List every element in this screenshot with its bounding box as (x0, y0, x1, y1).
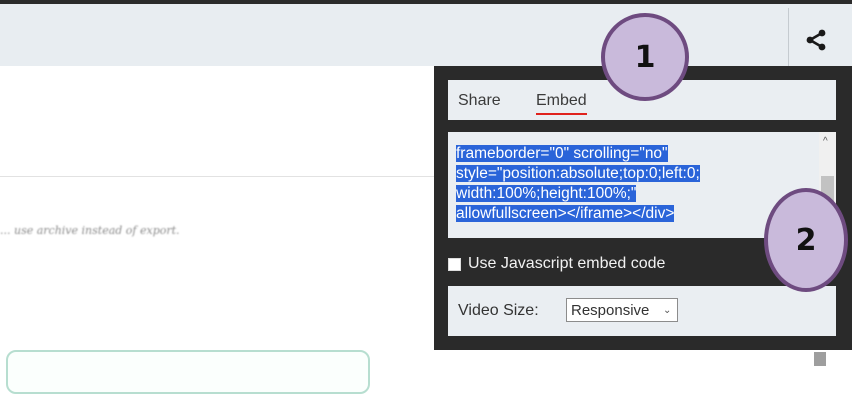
blurred-note: ... use archive instead of export. (0, 224, 180, 237)
javascript-embed-label: Use Javascript embed code (468, 255, 666, 272)
code-line: width:100%;height:100%;" (456, 185, 637, 202)
page-scrollbar[interactable] (814, 352, 826, 366)
content-card (6, 350, 370, 394)
annotation-badge-1: 1 (601, 13, 689, 101)
share-icon (806, 29, 826, 51)
top-toolbar (0, 0, 852, 70)
embed-code-text: frameborder="0" scrolling="no" style="po… (456, 144, 816, 224)
video-size-row: Video Size: Responsive ⌄ (448, 286, 836, 336)
javascript-embed-option[interactable]: Use Javascript embed code (448, 252, 778, 276)
javascript-embed-checkbox[interactable] (448, 257, 461, 271)
code-line: style="position:absolute;top:0;left:0; (456, 165, 700, 182)
tab-share[interactable]: Share (458, 92, 501, 110)
code-line: frameborder="0" scrolling="no" (456, 145, 668, 162)
toolbar-divider (788, 8, 789, 70)
scroll-up-icon[interactable]: ^ (823, 136, 828, 147)
annotation-badge-2: 2 (764, 188, 848, 292)
tab-embed[interactable]: Embed (536, 92, 587, 115)
video-size-select[interactable]: Responsive ⌄ (566, 298, 678, 322)
chevron-down-icon: ⌄ (663, 304, 672, 316)
video-size-value: Responsive (571, 301, 650, 319)
code-line: allowfullscreen></iframe></div> (456, 205, 675, 222)
share-button[interactable] (798, 22, 834, 58)
content-divider (0, 176, 434, 177)
video-size-label: Video Size: (458, 302, 539, 319)
